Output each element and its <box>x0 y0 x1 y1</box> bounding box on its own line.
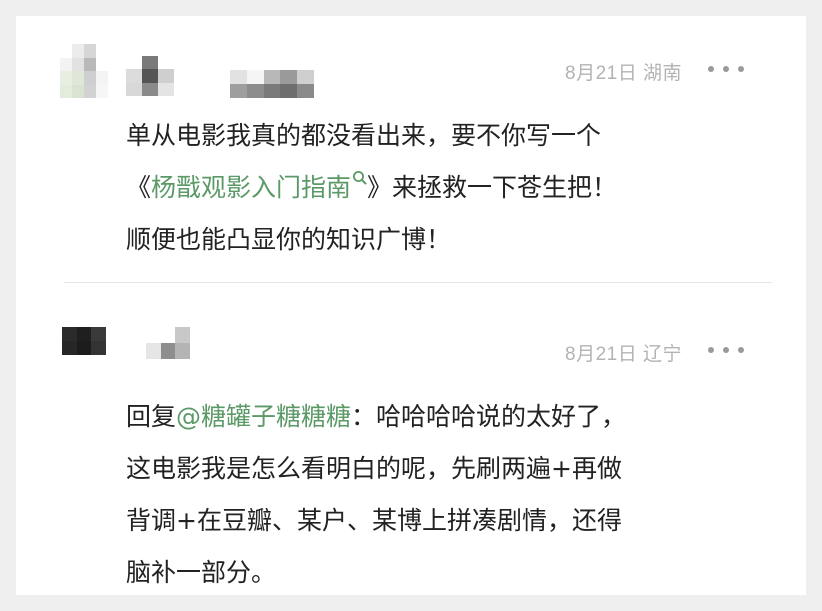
search-link[interactable]: 杨戬观影入门指南 <box>151 171 367 202</box>
bracket-open: 《 <box>126 173 152 202</box>
comment-item: 8月21日 湖南 单从电影我真的都没看出来，要不你写一个 《杨戬观影入门指南 》来… <box>16 16 806 282</box>
comment-line: 背调+在豆瓣、某户、某博上拼凑剧情，还得 <box>126 506 622 535</box>
bracket-close-text: 》来拯救一下苍生把！ <box>367 173 618 202</box>
reply-text: ：哈哈哈哈说的太好了， <box>351 402 627 431</box>
comment-line: 这电影我是怎么看明白的呢，先刷两遍+再做 <box>126 454 622 483</box>
avatar[interactable] <box>62 327 106 355</box>
comment-meta: 8月21日 湖南 <box>565 63 682 84</box>
more-dots-icon[interactable] <box>708 64 744 74</box>
username-blurred[interactable] <box>126 56 174 96</box>
comment-text: 回复@糖罐子糖糖糖：哈哈哈哈说的太好了， 这电影我是怎么看明白的呢，先刷两遍+再… <box>126 391 766 595</box>
more-dots-icon[interactable] <box>708 345 744 355</box>
reply-prefix: 回复 <box>126 402 177 431</box>
comment-line: 单从电影我真的都没看出来，要不你写一个 <box>126 121 602 150</box>
avatar[interactable] <box>60 44 108 98</box>
comment-item: 8月21日 辽宁 回复@糖罐子糖糖糖：哈哈哈哈说的太好了， 这电影我是怎么看明白… <box>16 283 806 595</box>
user-mention-link[interactable]: @糖罐子糖糖糖 <box>176 402 351 431</box>
search-icon <box>353 171 367 185</box>
comment-card: 8月21日 湖南 单从电影我真的都没看出来，要不你写一个 《杨戬观影入门指南 》来… <box>16 16 806 595</box>
username-blurred[interactable] <box>230 70 314 98</box>
comment-text: 单从电影我真的都没看出来，要不你写一个 《杨戬观影入门指南 》来拯救一下苍生把！ … <box>126 110 766 266</box>
search-link-label: 杨戬观影入门指南 <box>151 173 352 202</box>
username-blurred[interactable] <box>146 327 190 359</box>
comment-line: 《杨戬观影入门指南 》来拯救一下苍生把！ <box>126 162 766 214</box>
comment-line: 回复@糖罐子糖糖糖：哈哈哈哈说的太好了， <box>126 391 766 443</box>
comment-line: 顺便也能凸显你的知识广博！ <box>126 225 452 254</box>
comment-line: 脑补一部分。 <box>126 558 277 587</box>
comment-meta: 8月21日 辽宁 <box>565 344 682 365</box>
